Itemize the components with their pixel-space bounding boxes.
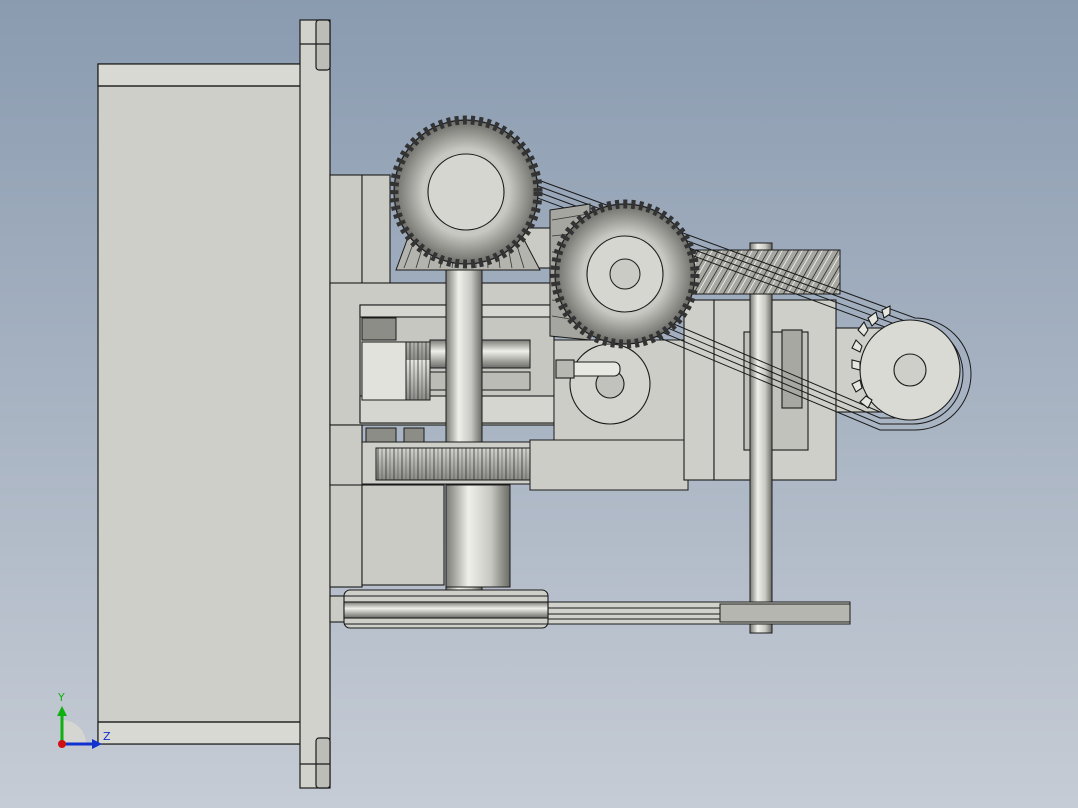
mounting-flange[interactable] [299,19,331,789]
lower-pulley[interactable] [329,589,549,629]
triad-z-label: Z [103,730,111,743]
right-vertical-shaft[interactable] [749,242,773,634]
cad-viewport[interactable]: Y Z [0,0,1078,808]
bevel-gear-upper-right[interactable] [549,199,700,349]
triad-y-label: Y [57,691,65,704]
lower-drive-belt[interactable] [539,601,851,625]
bevel-gear-upper-left[interactable] [389,115,543,271]
motor-housing[interactable] [97,63,303,745]
helical-gear[interactable] [691,249,841,295]
